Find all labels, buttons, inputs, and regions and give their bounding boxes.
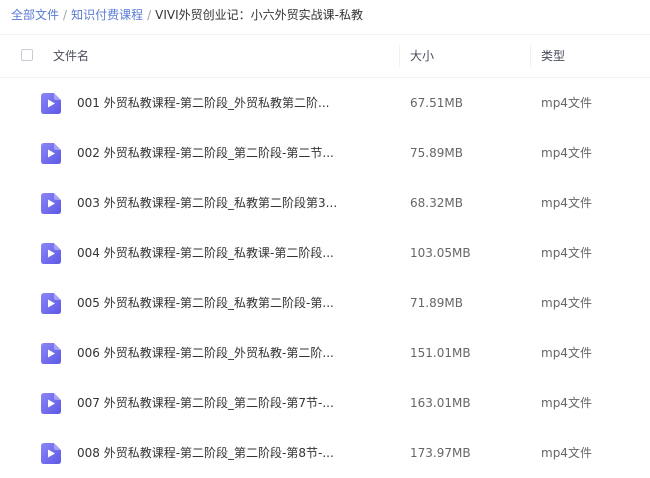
- file-size: 71.89MB: [410, 296, 463, 310]
- file-row[interactable]: 001 外贸私教课程-第二阶段_外贸私教第二阶... 67.51MB mp4文件: [0, 78, 650, 128]
- file-row[interactable]: 008 外贸私教课程-第二阶段_第二阶段-第8节-... 173.97MB mp4文…: [0, 428, 650, 478]
- video-file-icon: [41, 193, 61, 214]
- file-type: mp4文件: [541, 196, 592, 210]
- video-file-icon: [41, 143, 61, 164]
- breadcrumb-separator: /: [147, 8, 152, 22]
- file-type: mp4文件: [541, 96, 592, 110]
- file-row[interactable]: 005 外贸私教课程-第二阶段_私教第二阶段-第... 71.89MB mp4文件: [0, 278, 650, 328]
- file-type: mp4文件: [541, 346, 592, 360]
- file-type: mp4文件: [541, 246, 592, 260]
- file-row[interactable]: 003 外贸私教课程-第二阶段_私教第二阶段第3... 68.32MB mp4文件: [0, 178, 650, 228]
- file-name[interactable]: 007 外贸私教课程-第二阶段_第二阶段-第7节-...: [77, 378, 334, 428]
- breadcrumb-all-files[interactable]: 全部文件: [11, 8, 59, 22]
- breadcrumb-separator: /: [63, 8, 68, 22]
- file-name[interactable]: 001 外贸私教课程-第二阶段_外贸私教第二阶...: [77, 78, 330, 128]
- file-name[interactable]: 004 外贸私教课程-第二阶段_私教课-第二阶段...: [77, 228, 334, 278]
- file-size: 173.97MB: [410, 446, 471, 460]
- file-size: 68.32MB: [410, 196, 463, 210]
- column-divider[interactable]: [530, 45, 531, 67]
- file-size: 151.01MB: [410, 346, 471, 360]
- breadcrumb: 全部文件 / 知识付费课程 / VIVI外贸创业记：小六外贸实战课-私教: [11, 4, 363, 26]
- table-header: 文件名 大小 类型: [0, 34, 650, 78]
- file-name[interactable]: 003 外贸私教课程-第二阶段_私教第二阶段第3...: [77, 178, 337, 228]
- file-type: mp4文件: [541, 146, 592, 160]
- video-file-icon: [41, 293, 61, 314]
- video-file-icon: [41, 93, 61, 114]
- file-row[interactable]: 002 外贸私教课程-第二阶段_第二阶段-第二节... 75.89MB mp4文件: [0, 128, 650, 178]
- file-name[interactable]: 008 外贸私教课程-第二阶段_第二阶段-第8节-...: [77, 428, 334, 478]
- select-all-checkbox[interactable]: [21, 49, 33, 61]
- file-name[interactable]: 006 外贸私教课程-第二阶段_外贸私教-第二阶...: [77, 328, 334, 378]
- video-file-icon: [41, 393, 61, 414]
- column-header-name[interactable]: 文件名: [53, 35, 89, 77]
- file-size: 75.89MB: [410, 146, 463, 160]
- file-table: 文件名 大小 类型 001 外贸私教课程-第二阶段_外贸私教第二阶... 67.5…: [0, 34, 650, 478]
- file-name[interactable]: 005 外贸私教课程-第二阶段_私教第二阶段-第...: [77, 278, 334, 328]
- video-file-icon: [41, 243, 61, 264]
- video-file-icon: [41, 343, 61, 364]
- file-type: mp4文件: [541, 446, 592, 460]
- column-header-size[interactable]: 大小: [410, 35, 434, 77]
- file-row[interactable]: 004 外贸私教课程-第二阶段_私教课-第二阶段... 103.05MB mp4文件: [0, 228, 650, 278]
- file-type: mp4文件: [541, 396, 592, 410]
- column-divider[interactable]: [399, 45, 400, 67]
- file-row[interactable]: 007 外贸私教课程-第二阶段_第二阶段-第7节-... 163.01MB mp4文…: [0, 378, 650, 428]
- file-name[interactable]: 002 外贸私教课程-第二阶段_第二阶段-第二节...: [77, 128, 334, 178]
- file-size: 67.51MB: [410, 96, 463, 110]
- file-type: mp4文件: [541, 296, 592, 310]
- file-size: 103.05MB: [410, 246, 471, 260]
- breadcrumb-paid-courses[interactable]: 知识付费课程: [71, 8, 143, 22]
- file-size: 163.01MB: [410, 396, 471, 410]
- column-header-type[interactable]: 类型: [541, 35, 565, 77]
- video-file-icon: [41, 443, 61, 464]
- file-row[interactable]: 006 外贸私教课程-第二阶段_外贸私教-第二阶... 151.01MB mp4文件: [0, 328, 650, 378]
- file-list: 001 外贸私教课程-第二阶段_外贸私教第二阶... 67.51MB mp4文件 00…: [0, 78, 650, 478]
- breadcrumb-current-folder: VIVI外贸创业记：小六外贸实战课-私教: [155, 8, 363, 22]
